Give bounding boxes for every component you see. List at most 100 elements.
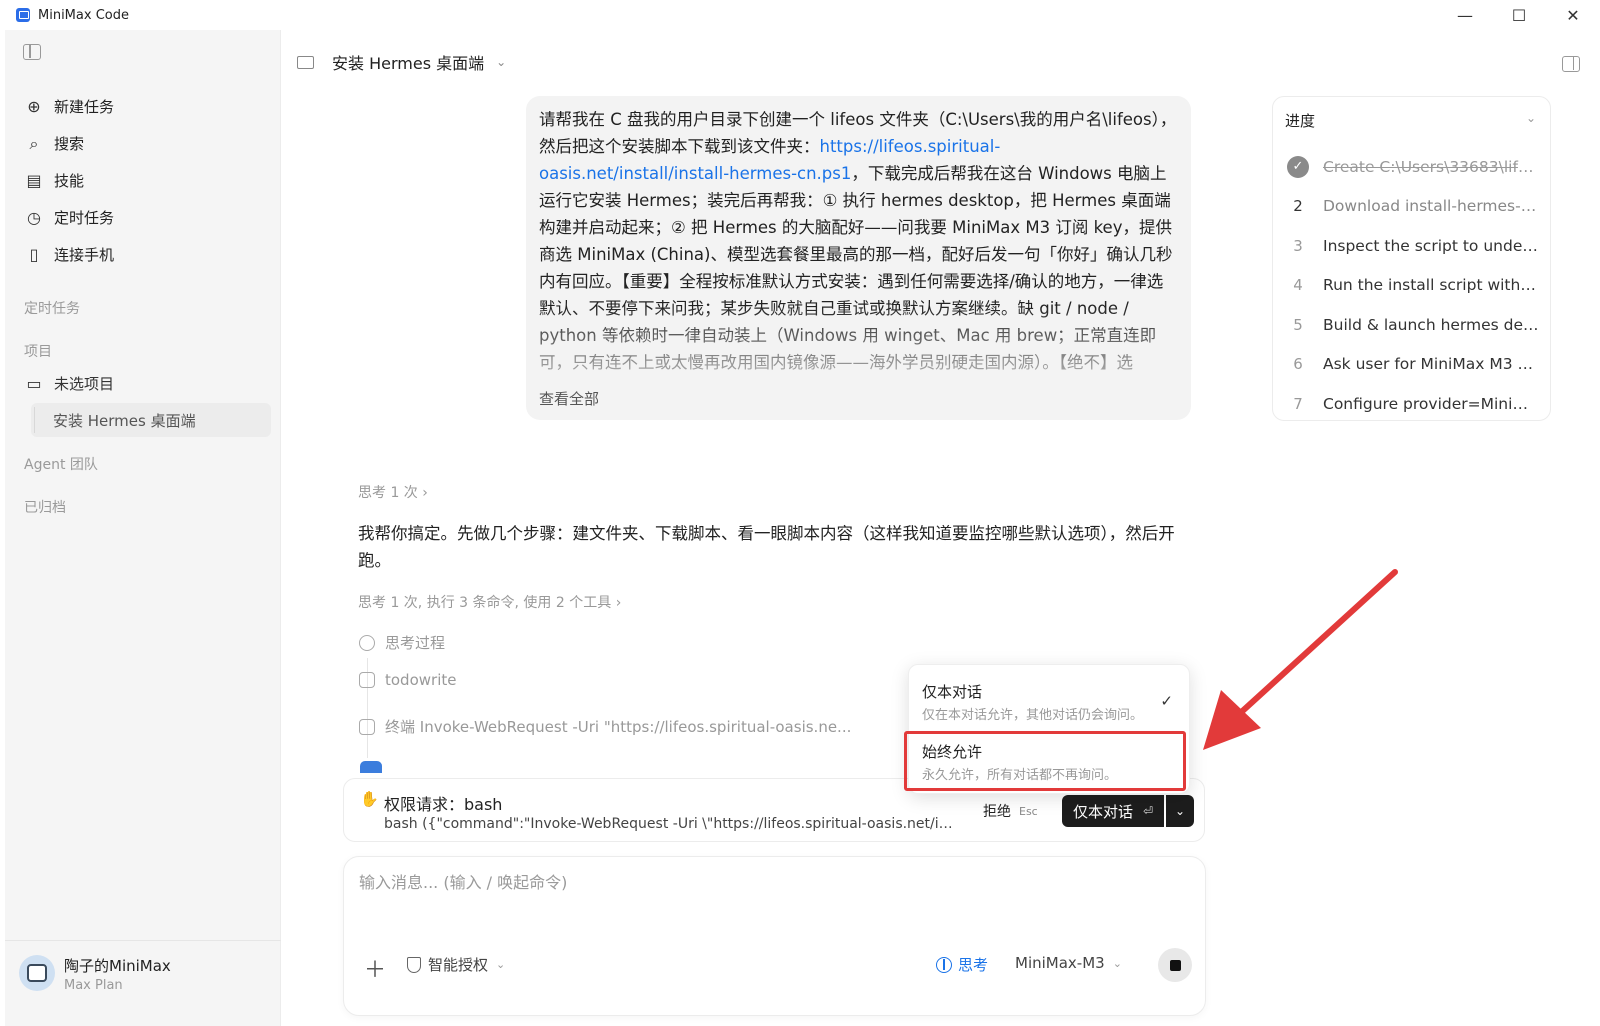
chevron-right-icon: › [422,485,428,501]
model-selector[interactable]: MiniMax-M3 ⌄ [1015,954,1122,972]
message-input[interactable] [359,873,1189,892]
annotation-arrow [1203,569,1398,750]
app-logo-icon [16,8,30,22]
user-profile[interactable]: 陶子的MiniMax Max Plan [5,940,281,1026]
allow-options-dropdown-button[interactable]: ⌄ [1166,795,1194,827]
reject-shortcut: Esc [1019,804,1038,818]
sidebar-item-label: 定时任务 [54,209,115,227]
chevron-down-icon: ⌄ [496,55,507,69]
folder-icon [297,55,314,69]
search-icon: ⌕ [29,133,39,153]
step-text: Inspect the script to understand default… [1323,236,1539,255]
sidebar-item-connect-phone[interactable]: ▯ 连接手机 [5,236,281,273]
allow-label: 仅本对话 [1073,802,1134,821]
stop-icon [1169,959,1181,971]
section-archived-heading[interactable]: 已归档 [24,497,66,517]
thinking-icon [936,956,952,973]
sidebar-item-label: 新建任务 [54,98,115,116]
phone-icon: ▯ [29,245,39,264]
stop-button[interactable] [1158,948,1192,982]
think-toggle-button[interactable]: 思考 [936,954,988,975]
auth-mode-label: 智能授权 [428,956,489,974]
terminal-icon [359,718,375,735]
auth-mode-selector[interactable]: 智能授权 ⌄ [407,954,505,975]
clock-icon: ◷ [27,208,41,227]
step-number: 7 [1293,394,1303,413]
step-number: 5 [1293,315,1303,334]
sidebar-item-new-task[interactable]: ⊕ 新建任务 [5,88,281,125]
progress-steps: ✓ Create C:\Users\33683\lifeos 2 Downloa… [1287,147,1543,424]
sidebar-item-label: 未选项目 [54,375,115,393]
check-circle-icon: ✓ [1287,155,1309,178]
progress-step: 4 Run the install script with defaults [1287,266,1543,306]
chevron-down-icon: ⌄ [496,958,506,971]
maximize-button[interactable]: ☐ [1492,0,1546,30]
sidebar-item-label: 搜索 [54,135,85,153]
sidebar-item-unselected-project[interactable]: ▭ 未选项目 [24,373,114,394]
activity-summary-toggle[interactable]: 思考 1 次, 执行 3 条命令, 使用 2 个工具 › [358,592,621,612]
section-agent-team-heading[interactable]: Agent 团队 [24,454,98,474]
assistant-reply: 我帮你搞定。先做几个步骤：建文件夹、下载脚本、看一眼脚本内容（这样我知道要监控哪… [358,524,1175,570]
menu-item-this-conversation[interactable]: 仅本对话 仅在本对话允许，其他对话仍会询问。 [922,681,1182,723]
sidebar-toggle-icon[interactable] [23,44,41,60]
sidebar-item-label: 技能 [54,172,85,190]
menu-item-title: 仅本对话 [922,683,983,701]
tool-label: 终端 Invoke-WebRequest -Uri "https://lifeo… [385,718,852,736]
skills-icon: ▤ [26,171,42,190]
tool-item-terminal[interactable]: 终端 Invoke-WebRequest -Uri "https://lifeo… [359,716,851,737]
step-number: 6 [1293,355,1303,374]
main-area: 安装 Hermes 桌面端 ⌄ 请帮我在 C 盘我的用户目录下创建一个 life… [281,30,1600,1026]
sidebar-item-scheduled[interactable]: ◷ 定时任务 [5,199,281,236]
step-text: Ask user for MiniMax M3 key [1323,355,1539,374]
progress-step: 3 Inspect the script to understand defau… [1287,226,1543,266]
sidebar-item-search[interactable]: ⌕ 搜索 [5,125,281,162]
minimize-button[interactable]: — [1438,0,1492,30]
add-attachment-icon[interactable]: ＋ [364,952,386,984]
step-text: Download install-hermes-cn.ps1 [1323,197,1539,216]
section-projects-heading: 项目 [24,344,52,360]
step-text: Run the install script with defaults [1323,276,1539,295]
title-bar: MiniMax Code — ☐ ✕ [0,0,1600,30]
project-breadcrumb[interactable]: 安装 Hermes 桌面端 ⌄ [297,50,506,74]
progress-step: 2 Download install-hermes-cn.ps1 [1287,187,1543,227]
tool-label: 思考过程 [385,634,446,652]
sidebar-nav: ⊕ 新建任务 ⌕ 搜索 ▤ 技能 ◷ 定时任务 ▯ 连接手机 [5,88,281,273]
folder-icon: ▭ [26,374,42,393]
window-title: MiniMax Code [38,7,129,23]
close-button[interactable]: ✕ [1546,0,1600,30]
plus-circle-icon: ⊕ [27,97,41,116]
user-message-text: 请帮我在 C 盘我的用户目录下创建一个 lifeos 文件夹（C:\Users\… [539,106,1179,384]
progress-step: 7 Configure provider=MiniMax (China) [1287,384,1543,424]
tool-item-thinking[interactable]: 思考过程 [359,632,445,653]
activity-summary: 思考 1 次, 执行 3 条命令, 使用 2 个工具 [358,595,612,611]
section-scheduled-heading[interactable]: 定时任务 [24,298,80,318]
user-plan: Max Plan [64,978,123,993]
window-controls: — ☐ ✕ [1438,0,1600,30]
view-all-link[interactable]: 查看全部 [539,388,599,409]
allow-this-conversation-button[interactable]: 仅本对话 ⏎ [1062,795,1164,827]
permission-title: 权限请求：bash [384,795,503,814]
step-text: Create C:\Users\33683\lifeos [1323,157,1539,176]
sidebar-item-active-project[interactable]: 安装 Hermes 桌面端 [31,403,271,437]
enter-key-icon: ⏎ [1143,804,1154,818]
step-text: Build & launch hermes desktop [1323,315,1539,334]
step-number: 3 [1293,236,1303,255]
tool-item-todowrite[interactable]: todowrite [359,671,456,689]
chevron-right-icon: › [615,595,622,611]
think-toggle[interactable]: 思考 1 次 › [358,482,428,502]
shield-icon [407,956,421,973]
right-panel-toggle-icon[interactable] [1562,56,1580,72]
think-label: 思考 [958,956,989,974]
progress-step: 5 Build & launch hermes desktop [1287,305,1543,345]
page-title: 安装 Hermes 桌面端 [332,54,485,73]
reject-label: 拒绝 [983,804,1011,820]
annotation-highlight-box [904,731,1186,791]
chevron-down-icon[interactable]: ⌄ [1526,111,1536,125]
sidebar-item-skills[interactable]: ▤ 技能 [5,162,281,199]
reject-button[interactable]: 拒绝 Esc [971,795,1050,827]
step-text: Configure provider=MiniMax (China) [1323,394,1539,413]
think-label: 思考 1 次 [358,485,418,501]
permission-command: bash ({"command":"Invoke-WebRequest -Uri… [384,816,954,832]
progress-panel: 进度 ⌄ ✓ Create C:\Users\33683\lifeos 2 Do… [1272,96,1551,421]
user-message-part: ，下载完成后帮我在这台 Windows 电脑上运行它安装 Hermes；装完后再… [539,164,1173,372]
